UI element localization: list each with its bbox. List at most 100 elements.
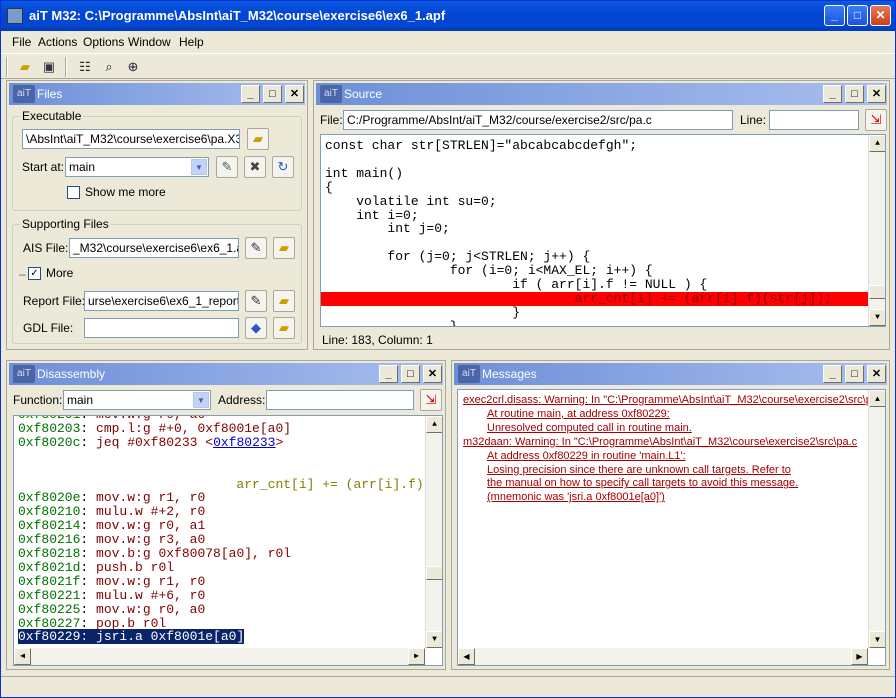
gdl-file-field[interactable] (84, 318, 239, 338)
chevron-down-icon[interactable]: ▼ (193, 392, 209, 408)
scroll-down-icon[interactable]: ▼ (869, 309, 885, 326)
goto-line-icon[interactable]: ⇲ (865, 109, 887, 131)
disassembly-line[interactable]: 0xf80201: mov.w:g r0, a0 (14, 416, 425, 422)
minimize-button[interactable]: _ (824, 5, 845, 26)
scroll-up-icon[interactable]: ▲ (869, 135, 885, 152)
jump-target-link[interactable]: 0xf80233 (213, 435, 275, 450)
scroll-up-icon[interactable]: ▲ (426, 416, 442, 433)
source-line[interactable] (321, 236, 868, 250)
panel-minimize-button[interactable]: _ (823, 365, 842, 383)
edit-ais-icon[interactable]: ✎ (245, 237, 267, 259)
source-file-field[interactable]: C:/Programme/AbsInt/aiT_M32/course/exerc… (343, 110, 733, 130)
menu-actions[interactable]: Actions (38, 35, 77, 49)
source-line[interactable]: } (321, 305, 868, 320)
disassembly-line[interactable]: 0xf80221: mulu.w #+6, r0 (14, 588, 425, 603)
disassembly-vscrollbar[interactable]: ▲ ▼ (425, 416, 442, 648)
panel-minimize-button[interactable]: _ (241, 85, 260, 103)
disassembly-line[interactable]: 0xf80203: cmp.l:g #+0, 0xf8001e[a0] (14, 421, 425, 436)
source-line[interactable]: for (i=0; i<MAX_EL; i++) { (321, 264, 868, 278)
disassembly-line[interactable]: 0xf80225: mov.w:g r0, a0 (14, 602, 425, 617)
panel-maximize-button[interactable]: □ (401, 365, 420, 383)
disassembly-line[interactable]: 0xf8020e: mov.w:g r1, r0 (14, 491, 425, 505)
edit-report-icon[interactable]: ✎ (245, 290, 267, 312)
disassembly-line[interactable]: 0xf8021f: mov.w:g r1, r0 (14, 574, 425, 589)
address-field[interactable] (266, 390, 414, 410)
source-code-view[interactable]: } } arr_cnt[i] += (arr[i].f)(str[j]); if… (320, 134, 886, 327)
disassembly-line[interactable]: 0xf8021d: push.b r0l (14, 560, 425, 575)
disassembly-line[interactable]: 0xf8020c: jeq #0xf80233 <0xf80233> (14, 435, 425, 450)
message-detail[interactable]: At routine main, at address 0xf80229: (487, 408, 670, 421)
disassembly-line[interactable]: 0xf80214: mov.w:g r0, a1 (14, 519, 425, 533)
maximize-button[interactable]: □ (847, 5, 868, 26)
source-scrollbar[interactable]: ▲ ▼ (868, 135, 885, 326)
refresh-icon[interactable]: ↻ (272, 156, 294, 178)
panel-close-button[interactable]: ✕ (867, 365, 886, 383)
disassembly-line[interactable]: 0xf80227: pop.b r0l (14, 616, 425, 631)
messages-vscrollbar[interactable]: ▲ ▼ (868, 390, 885, 648)
panel-maximize-button[interactable]: □ (845, 85, 864, 103)
source-line-highlighted[interactable]: arr_cnt[i] += (arr[i].f)(str[j]); (321, 291, 868, 306)
disassembly-view[interactable]: 0xf80229: jsri.a 0xf8001e[a0] 0xf80227: p… (13, 415, 443, 666)
scroll-right-icon[interactable]: ▶ (408, 648, 425, 665)
messages-view[interactable]: (mnemonic was 'jsri.a 0xf8001e[a0]') the … (457, 389, 886, 666)
scroll-down-icon[interactable]: ▼ (869, 631, 885, 648)
disassembly-line[interactable]: 0xf80216: mov.w:g r3, a0 (14, 533, 425, 547)
select-routine-icon[interactable]: ✎ (216, 156, 238, 178)
source-line[interactable]: volatile int su=0; (321, 194, 868, 209)
disassembly-line[interactable] (14, 464, 425, 478)
panel-close-button[interactable]: ✕ (285, 85, 304, 103)
view-graph-icon[interactable]: ◆ (245, 317, 267, 339)
scroll-right-icon[interactable]: ▶ (851, 648, 868, 665)
menu-help[interactable]: Help (179, 35, 204, 49)
more-checkbox[interactable]: ✓ (28, 267, 41, 280)
zoom-in-icon[interactable]: ⊕ (123, 57, 143, 77)
disassembly-line-selected[interactable]: 0xf80229: jsri.a 0xf8001e[a0] (14, 629, 425, 645)
menu-options[interactable]: Options (83, 35, 124, 49)
source-line[interactable]: const char str[STRLEN]="abcabcabcdefgh"; (321, 139, 868, 153)
scroll-thumb[interactable] (426, 566, 442, 580)
source-line[interactable]: int i=0; (321, 208, 868, 223)
message-detail[interactable]: Losing precision since there are unknown… (487, 464, 791, 477)
message-header[interactable]: exec2crl.disass: Warning: In "C:\Program… (463, 394, 885, 407)
browse-executable-icon[interactable]: ▰ (247, 128, 269, 150)
browse-ais-icon[interactable]: ▰ (273, 237, 295, 259)
open-folder-icon[interactable]: ▰ (15, 57, 35, 77)
line-field[interactable] (769, 110, 859, 130)
disassembly-line[interactable]: arr_cnt[i] += (arr[i].f)(str (14, 477, 442, 492)
graph-icon[interactable]: ☷ (75, 57, 95, 77)
zoom-icon[interactable]: ⌕ (99, 57, 119, 77)
panel-maximize-button[interactable]: □ (845, 365, 864, 383)
message-header[interactable]: m32daan: Warning: In "C:\Programme\AbsIn… (463, 436, 857, 449)
source-line[interactable]: int main() (321, 166, 868, 181)
message-detail[interactable]: Unresolved computed call in routine main… (487, 422, 692, 435)
menu-window[interactable]: Window (128, 35, 171, 49)
executable-path-field[interactable]: \AbsInt\aiT_M32\course\exercise6\pa.X30 (22, 129, 240, 149)
panel-close-button[interactable]: ✕ (867, 85, 886, 103)
chevron-down-icon[interactable]: ▼ (191, 159, 207, 175)
panel-minimize-button[interactable]: _ (379, 365, 398, 383)
source-line[interactable]: for (j=0; j<STRLEN; j++) { (321, 250, 868, 264)
source-line[interactable]: int j=0; (321, 222, 868, 236)
save-icon[interactable]: ▣ (39, 57, 59, 77)
source-line[interactable]: if ( arr[i].f != NULL ) { (321, 278, 868, 292)
disassembly-line[interactable]: 0xf80218: mov.b:g 0xf80078[a0], r0l (14, 547, 425, 561)
start-at-select[interactable]: main ▼ (65, 157, 209, 177)
scroll-left-icon[interactable]: ◀ (458, 648, 475, 665)
panel-maximize-button[interactable]: □ (263, 85, 282, 103)
disassembly-line[interactable]: 0xf80210: mulu.w #+2, r0 (14, 505, 425, 519)
message-detail[interactable]: At address 0xf80229 in routine 'main.L1'… (487, 450, 686, 463)
close-button[interactable]: ✕ (870, 5, 891, 26)
scroll-down-icon[interactable]: ▼ (426, 631, 442, 648)
menu-file[interactable]: File (12, 35, 31, 49)
disassembly-line[interactable] (14, 450, 425, 464)
ais-file-field[interactable]: _M32\course\exercise6\ex6_1.ais (69, 238, 239, 258)
message-detail[interactable]: the manual on how to specify call target… (487, 477, 798, 490)
message-detail[interactable]: (mnemonic was 'jsri.a 0xf8001e[a0]') (487, 491, 665, 504)
show-more-checkbox[interactable] (67, 186, 80, 199)
source-line[interactable]: { (321, 180, 868, 195)
browse-gdl-icon[interactable]: ▰ (273, 317, 295, 339)
messages-hscrollbar[interactable]: ◀ ▶ (458, 648, 868, 665)
report-file-field[interactable]: urse\exercise6\ex6_1_report.txt (84, 291, 239, 311)
panel-minimize-button[interactable]: _ (823, 85, 842, 103)
source-line[interactable]: } (321, 319, 868, 326)
